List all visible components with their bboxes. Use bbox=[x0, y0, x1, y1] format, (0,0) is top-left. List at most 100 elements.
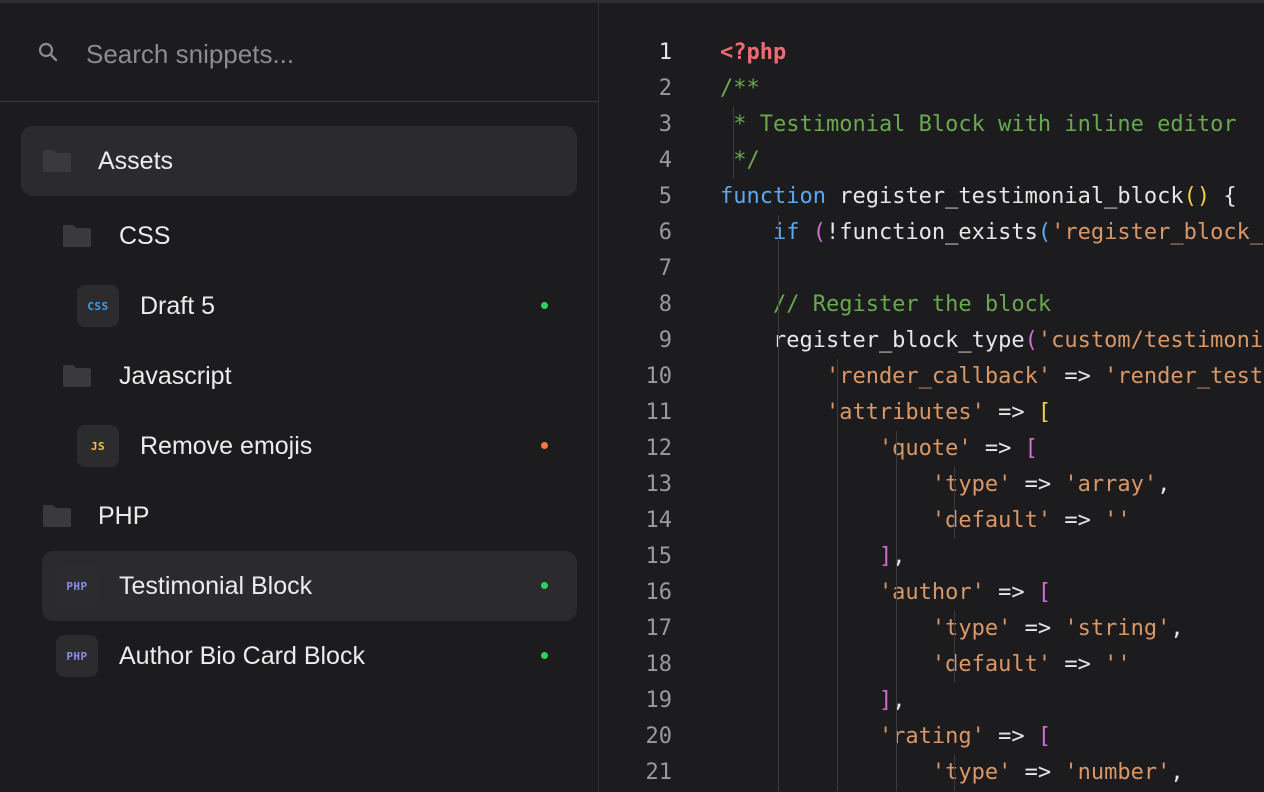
code-token: !function_exists bbox=[825, 220, 1038, 245]
indent-guide bbox=[778, 215, 779, 791]
code-token: '' bbox=[1104, 508, 1131, 533]
code-token: => bbox=[1011, 760, 1065, 785]
code-token: [ bbox=[1037, 580, 1052, 605]
line-number: 21 bbox=[645, 760, 673, 785]
line-number: 17 bbox=[645, 616, 673, 641]
code-text: <?php bbox=[720, 35, 786, 71]
folder-item-assets[interactable]: Assets bbox=[21, 126, 577, 196]
code-token: => bbox=[984, 724, 1038, 749]
code-text: /** bbox=[720, 71, 760, 107]
line-number: 6 bbox=[658, 220, 672, 245]
code-line: 10 'render_callback' => 'render_testimon… bbox=[599, 359, 1264, 395]
code-token: if bbox=[720, 220, 813, 245]
line-number: 2 bbox=[658, 76, 672, 101]
code-token: register_block_type bbox=[720, 328, 1025, 353]
code-line: 5 function register_testimonial_block() { bbox=[599, 179, 1264, 215]
code-token: [ bbox=[1037, 724, 1052, 749]
code-line: 17 'type' => 'string', bbox=[599, 611, 1264, 647]
tree-item-label: Author Bio Card Block bbox=[119, 642, 365, 670]
code-token: <?php bbox=[720, 40, 787, 65]
code-editor[interactable]: 1 <?php 2 /** 3 * Testimonial Block with inl… bbox=[599, 3, 1264, 792]
code-token: , bbox=[1170, 616, 1184, 641]
snippet-item-author-bio-card-block[interactable]: PHP Author Bio Card Block bbox=[42, 621, 577, 691]
snippet-item-remove-emojis[interactable]: JS Remove emojis bbox=[56, 411, 577, 481]
line-number: 9 bbox=[658, 328, 672, 353]
code-token: , bbox=[892, 688, 906, 713]
code-token: [ bbox=[1037, 400, 1052, 425]
folder-item-css[interactable]: CSS bbox=[42, 201, 577, 271]
code-token: /** bbox=[720, 76, 760, 101]
code-token: , bbox=[892, 544, 906, 569]
tree-item-label: Draft 5 bbox=[140, 292, 216, 320]
search-bar bbox=[0, 3, 598, 102]
code-line: 1 <?php bbox=[599, 35, 1264, 71]
code-text: 'type' => 'array', bbox=[720, 467, 1170, 503]
folder-item-php[interactable]: PHP bbox=[21, 481, 577, 551]
indent-guide bbox=[733, 107, 734, 179]
folder-item-javascript[interactable]: Javascript bbox=[42, 341, 577, 411]
code-token: 'rating' bbox=[720, 724, 985, 749]
folder-icon bbox=[42, 504, 72, 528]
code-token: 'render_callback' bbox=[720, 364, 1052, 389]
indent-guide bbox=[954, 611, 955, 683]
code-token: 'render_testimonial' bbox=[1104, 364, 1264, 389]
tree-item-label: CSS bbox=[119, 222, 171, 250]
code-token: [ bbox=[1024, 436, 1038, 461]
code-text: 'type' => 'string', bbox=[720, 611, 1184, 647]
search-input[interactable] bbox=[84, 33, 568, 75]
code-text: function register_testimonial_block() { bbox=[720, 179, 1237, 215]
code-token: 'type' bbox=[720, 616, 1012, 641]
code-line: 2 /** bbox=[599, 71, 1264, 107]
code-token: 'number' bbox=[1064, 760, 1171, 785]
code-text: register_block_type('custom/testimonial' bbox=[720, 323, 1264, 359]
line-number: 20 bbox=[645, 724, 673, 749]
js-language-badge-icon: JS bbox=[77, 425, 119, 467]
code-line: 8 // Register the block bbox=[599, 287, 1264, 323]
code-token: { bbox=[1210, 184, 1237, 209]
code-token: ( bbox=[1037, 220, 1052, 245]
code-line: 3 * Testimonial Block with inline editor bbox=[599, 107, 1264, 143]
tree-item-label: Remove emojis bbox=[140, 432, 313, 460]
indent-guide bbox=[954, 467, 955, 539]
code-line: 18 'default' => '' bbox=[599, 647, 1264, 683]
code-text: */ bbox=[720, 143, 760, 179]
folder-icon bbox=[42, 149, 72, 173]
code-line: 19 ], bbox=[599, 683, 1264, 719]
code-line: 6 if (!function_exists('register_block_t… bbox=[599, 215, 1264, 251]
snippets-sidebar: Assets CSS CSS Draft 5 Javascript JS Remove em… bbox=[0, 3, 599, 792]
code-text: 'default' => '' bbox=[720, 647, 1131, 683]
code-token: ( bbox=[812, 220, 826, 245]
indent-guide bbox=[954, 755, 955, 791]
line-number: 16 bbox=[645, 580, 673, 605]
code-line: 7 bbox=[599, 251, 1264, 287]
code-text: 'quote' => [ bbox=[720, 431, 1038, 467]
code-line: 4 */ bbox=[599, 143, 1264, 179]
line-number: 13 bbox=[645, 472, 673, 497]
snippet-item-testimonial-block[interactable]: PHP Testimonial Block bbox=[42, 551, 577, 621]
line-number: 8 bbox=[658, 292, 672, 317]
snippet-item-draft-5[interactable]: CSS Draft 5 bbox=[56, 271, 577, 341]
code-line: 20 'rating' => [ bbox=[599, 719, 1264, 755]
tree-item-label: Testimonial Block bbox=[119, 572, 313, 600]
code-token: 'string' bbox=[1064, 616, 1171, 641]
code-token: 'register_block_type' bbox=[1051, 220, 1264, 245]
line-number: 7 bbox=[658, 256, 672, 281]
code-text: 'render_callback' => 'render_testimonial… bbox=[720, 359, 1264, 395]
code-text: // Register the block bbox=[720, 287, 1051, 323]
status-dot bbox=[541, 302, 548, 309]
code-token: => bbox=[1051, 364, 1105, 389]
code-line: 14 'default' => '' bbox=[599, 503, 1264, 539]
code-token: 'default' bbox=[720, 652, 1052, 677]
code-text: 'default' => '' bbox=[720, 503, 1131, 539]
tree-item-label: Javascript bbox=[119, 362, 232, 390]
code-token: // Register the block bbox=[720, 292, 1052, 317]
line-number: 12 bbox=[645, 436, 673, 461]
indent-guide bbox=[837, 359, 838, 791]
line-number: 15 bbox=[645, 544, 673, 569]
code-token: 'attributes' bbox=[720, 400, 985, 425]
code-text: if (!function_exists('register_block_typ… bbox=[720, 215, 1264, 251]
code-token: 'quote' bbox=[720, 436, 972, 461]
code-line: 13 'type' => 'array', bbox=[599, 467, 1264, 503]
code-token: => bbox=[1011, 472, 1065, 497]
code-token: */ bbox=[720, 148, 760, 173]
